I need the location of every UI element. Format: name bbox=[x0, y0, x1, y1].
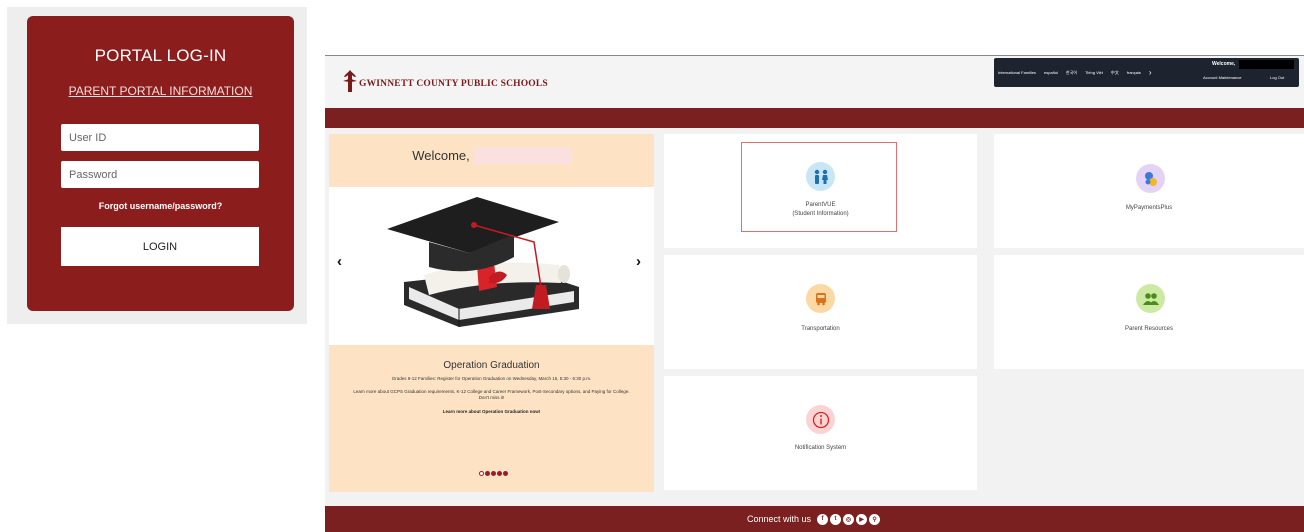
lang-french[interactable]: français bbox=[1127, 70, 1141, 75]
tile-parentvue[interactable]: ParentVUE (Student Information) bbox=[664, 134, 977, 248]
people-icon bbox=[1136, 284, 1165, 313]
forgot-credentials-link[interactable]: Forgot username/password? bbox=[27, 201, 294, 211]
tile-notification-system[interactable]: Notification System bbox=[664, 376, 977, 490]
carousel-next-button[interactable]: › bbox=[636, 253, 641, 270]
news-carousel: ‹ › bbox=[329, 187, 654, 345]
parentvue-sublabel: (Student Information) bbox=[792, 211, 849, 217]
user-id-input[interactable] bbox=[61, 124, 259, 151]
carousel-dot[interactable] bbox=[491, 471, 496, 476]
parent-portal-info-link[interactable]: PARENT PORTAL INFORMATION bbox=[27, 84, 294, 98]
chevron-right-icon[interactable]: › bbox=[1149, 68, 1152, 77]
password-input[interactable] bbox=[61, 161, 259, 188]
transportation-label: Transportation bbox=[801, 326, 840, 332]
carousel-dot[interactable] bbox=[497, 471, 502, 476]
tile-mypaymentsplus[interactable]: MyPaymentsPlus bbox=[994, 134, 1304, 248]
carousel-dot[interactable] bbox=[485, 471, 490, 476]
welcome-header: Welcome, bbox=[329, 134, 654, 177]
youtube-icon[interactable]: ▶ bbox=[856, 513, 868, 525]
welcome-column: Welcome, ‹ › Operation Graduation Grades… bbox=[329, 134, 654, 492]
welcome-label: Welcome, bbox=[412, 148, 470, 163]
bus-icon bbox=[806, 284, 835, 313]
utility-bar: International Families español 한국어 Tiếng… bbox=[994, 58, 1299, 87]
redacted-username bbox=[1239, 60, 1294, 69]
slide-learn-more-link[interactable]: Learn more about Operation Graduation no… bbox=[329, 409, 654, 414]
login-panel: PORTAL LOG-IN PARENT PORTAL INFORMATION … bbox=[7, 7, 307, 324]
facebook-icon[interactable]: f bbox=[817, 513, 829, 525]
carousel-dots bbox=[479, 471, 508, 476]
lang-spanish[interactable]: español bbox=[1044, 70, 1058, 75]
payments-icon bbox=[1136, 164, 1165, 193]
redacted-name bbox=[473, 147, 571, 164]
slide-text-1: Grades 9-12 Families: Register for Opera… bbox=[391, 376, 592, 381]
login-card: PORTAL LOG-IN PARENT PORTAL INFORMATION … bbox=[27, 16, 294, 311]
header-band bbox=[325, 108, 1304, 128]
mypaymentsplus-label: MyPaymentsPlus bbox=[1125, 205, 1173, 211]
brand[interactable]: GWINNETT COUNTY PUBLIC SCHOOLS bbox=[342, 68, 548, 94]
user-welcome: Welcome, bbox=[1212, 61, 1236, 67]
graduation-cap-image bbox=[387, 197, 579, 327]
login-title: PORTAL LOG-IN bbox=[94, 46, 227, 65]
notification-system-label: Notification System bbox=[794, 445, 847, 451]
portal-footer: Connect with us f t ◎ ▶ ⚲ bbox=[325, 506, 1304, 532]
parentvue-label: ParentVUE bbox=[805, 202, 836, 208]
twitter-icon[interactable]: t bbox=[830, 513, 842, 525]
portal-header: GWINNETT COUNTY PUBLIC SCHOOLS Internati… bbox=[325, 56, 1304, 107]
link-icon[interactable]: ⚲ bbox=[869, 513, 881, 525]
family-icon bbox=[806, 162, 835, 191]
login-button[interactable]: LOGIN bbox=[61, 227, 259, 266]
lang-korean[interactable]: 한국어 bbox=[1066, 70, 1077, 76]
slide-title: Operation Graduation bbox=[443, 360, 540, 371]
tile-parent-resources[interactable]: Parent Resources bbox=[994, 255, 1304, 369]
gcps-portal: GWINNETT COUNTY PUBLIC SCHOOLS Internati… bbox=[325, 55, 1304, 532]
connect-label: Connect with us bbox=[746, 514, 812, 524]
carousel-dot[interactable] bbox=[503, 471, 508, 476]
info-icon bbox=[806, 405, 835, 434]
instagram-icon[interactable]: ◎ bbox=[843, 513, 855, 525]
tile-transportation[interactable]: Transportation bbox=[664, 255, 977, 369]
account-maintenance-link[interactable]: Account Maintenance bbox=[1203, 75, 1241, 80]
brand-name: GWINNETT COUNTY PUBLIC SCHOOLS bbox=[359, 79, 548, 89]
lang-vietnamese[interactable]: Tiếng Việt bbox=[1085, 70, 1103, 75]
carousel-dot[interactable] bbox=[479, 471, 484, 476]
lang-chinese[interactable]: 中文 bbox=[1111, 70, 1119, 76]
lang-international[interactable]: International Families bbox=[998, 70, 1036, 75]
logout-link[interactable]: Log Out bbox=[1270, 75, 1284, 80]
carousel-prev-button[interactable]: ‹ bbox=[337, 253, 342, 270]
gcps-logo-icon bbox=[343, 70, 357, 92]
slide-text-2: Learn more about GCPS Graduation require… bbox=[353, 389, 630, 400]
parent-resources-label: Parent Resources bbox=[1124, 326, 1174, 332]
